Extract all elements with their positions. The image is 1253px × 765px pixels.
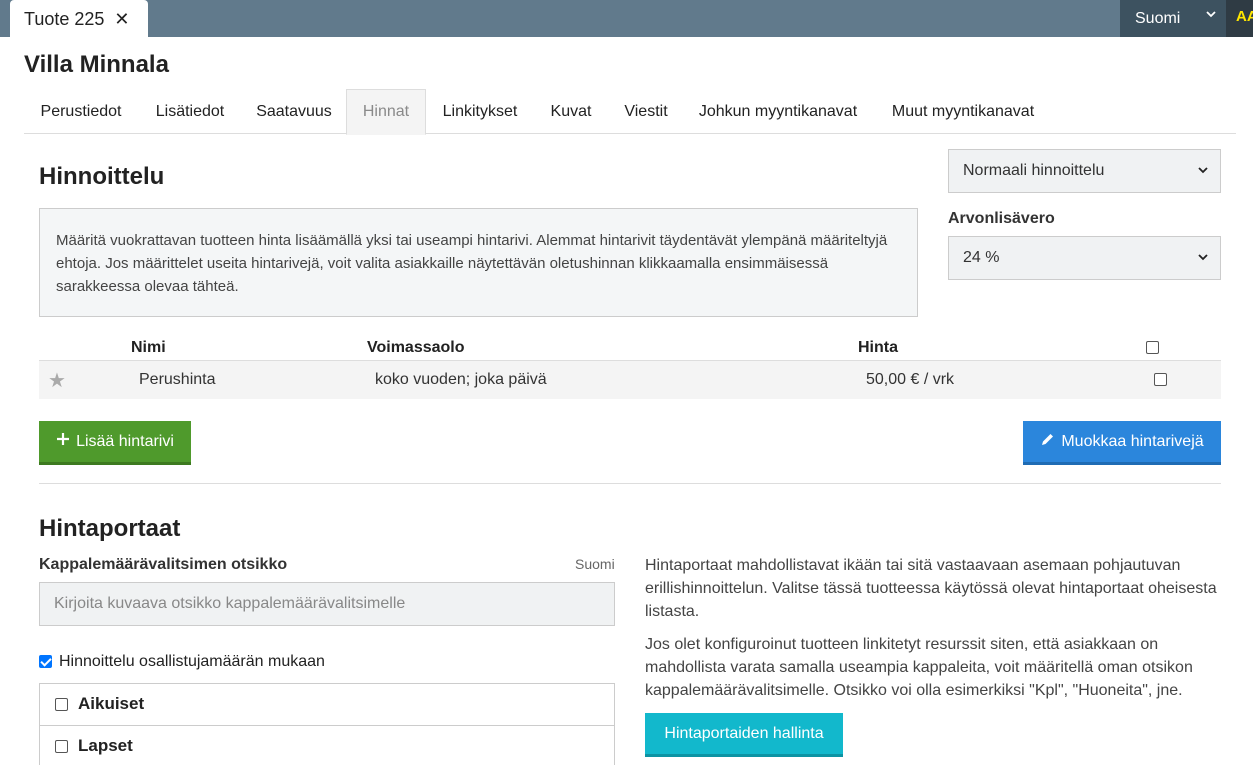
plus-icon xyxy=(56,432,70,451)
row-validity: koko vuoden; joka päivä xyxy=(375,371,547,388)
tier-label-aikuiset: Aikuiset xyxy=(78,694,145,713)
pricing-mode-value: Normaali hinnoittelu xyxy=(963,162,1105,179)
manage-price-tiers-button[interactable]: Hintaportaiden hallinta xyxy=(645,713,843,757)
pencil-icon xyxy=(1040,432,1055,452)
pricing-heading: Hinnoittelu xyxy=(39,163,165,190)
document-tab[interactable]: Tuote 225 ✕ xyxy=(10,0,148,39)
edit-price-rows-button[interactable]: Muokkaa hintarivejä xyxy=(1023,421,1221,465)
add-price-row-button[interactable]: Lisää hintarivi xyxy=(39,421,191,465)
top-bar xyxy=(0,0,1253,37)
language-select-value: Suomi xyxy=(1135,9,1181,27)
user-badge[interactable]: AA xyxy=(1226,0,1253,37)
close-icon[interactable]: ✕ xyxy=(114,9,129,30)
tab-viestit[interactable]: Viestit xyxy=(608,89,684,134)
quantity-selector-title-label: Kappalemäärävalitsimen otsikko xyxy=(39,556,288,573)
tab-kuvat[interactable]: Kuvat xyxy=(534,89,608,134)
row-select-checkbox[interactable] xyxy=(1154,373,1167,386)
column-header-price: Hinta xyxy=(858,339,898,356)
table-row xyxy=(39,361,1221,399)
vat-select[interactable]: 24 % xyxy=(948,236,1221,280)
participant-pricing-label: Hinnoittelu osallistujamäärän mukaan xyxy=(59,653,325,670)
tier-checkbox-lapset[interactable] xyxy=(55,740,68,753)
star-icon[interactable]: ★ xyxy=(48,368,66,393)
tab-saatavuus[interactable]: Saatavuus xyxy=(242,89,346,134)
edit-price-rows-label: Muokkaa hintarivejä xyxy=(1061,432,1204,450)
pricing-info-box: Määritä vuokrattavan tuotteen hinta lisä… xyxy=(39,208,918,317)
vat-value: 24 % xyxy=(963,249,1000,266)
tier-checkbox-aikuiset[interactable] xyxy=(55,698,68,711)
tab-lisatiedot[interactable]: Lisätiedot xyxy=(138,89,242,134)
row-name: Perushinta xyxy=(139,371,216,388)
tiers-heading: Hintaportaat xyxy=(39,515,181,542)
field-language-tag: Suomi xyxy=(575,556,615,572)
chevron-down-icon xyxy=(1198,251,1208,265)
add-price-row-label: Lisää hintarivi xyxy=(76,432,174,450)
tab-linkitykset[interactable]: Linkitykset xyxy=(426,89,534,134)
quantity-selector-title-input[interactable]: Kirjoita kuvaava otsikko kappalemääräval… xyxy=(39,582,615,626)
tiers-info-paragraph-2: Jos olet konfiguroinut tuotteen linkitet… xyxy=(645,636,1193,699)
chevron-down-icon xyxy=(1206,8,1216,22)
vat-label: Arvonlisävero xyxy=(948,210,1055,227)
price-tier-divider xyxy=(39,725,615,726)
page-title: Villa Minnala xyxy=(24,51,169,78)
tab-hinnat[interactable]: Hinnat xyxy=(346,89,426,135)
section-divider xyxy=(39,483,1221,484)
column-header-name: Nimi xyxy=(131,339,166,356)
select-all-checkbox[interactable] xyxy=(1146,341,1159,354)
row-price: 50,00 € / vrk xyxy=(866,371,955,388)
language-select[interactable]: Suomi xyxy=(1120,0,1226,37)
pricing-mode-select[interactable]: Normaali hinnoittelu xyxy=(948,149,1221,193)
chevron-down-icon xyxy=(1198,164,1208,178)
tab-johkun-myyntikanavat[interactable]: Johkun myyntikanavat xyxy=(684,89,872,134)
tab-muut-myyntikanavat[interactable]: Muut myyntikanavat xyxy=(872,89,1054,134)
tab-perustiedot[interactable]: Perustiedot xyxy=(24,89,138,134)
participant-pricing-checkbox[interactable] xyxy=(39,655,52,668)
tier-label-lapset: Lapset xyxy=(78,736,133,755)
column-header-validity: Voimassaolo xyxy=(367,339,465,356)
tiers-info-paragraph-1: Hintaportaat mahdollistavat ikään tai si… xyxy=(645,557,1217,620)
document-tab-title: Tuote 225 xyxy=(24,9,105,29)
tab-bar: Perustiedot Lisätiedot Saatavuus Hinnat … xyxy=(24,89,1236,135)
